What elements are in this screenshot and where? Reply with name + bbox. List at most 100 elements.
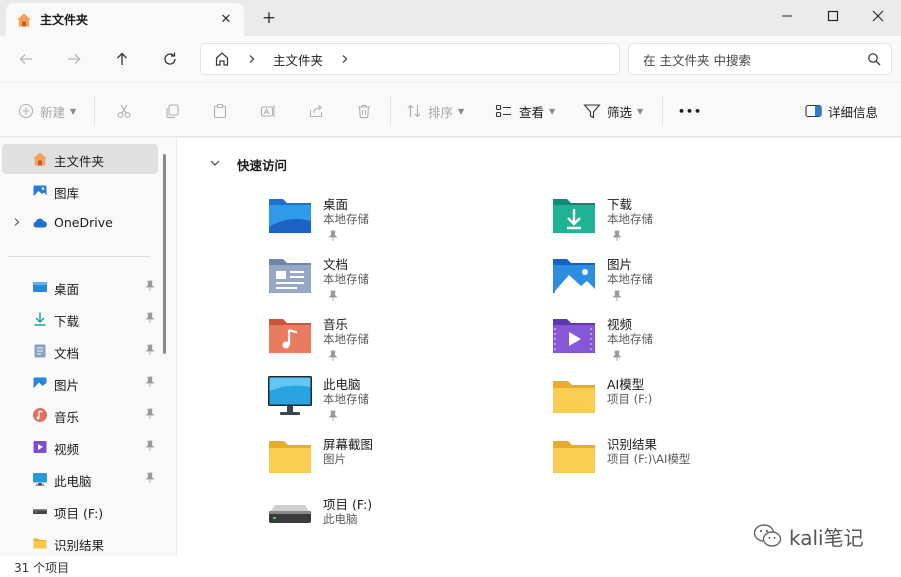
navigation-pane: 主文件夹 图库 OneDrive 桌面 下载 文档 图片 音乐 视频 此电脑 项… [0, 138, 176, 556]
desktop-folder-icon [269, 199, 311, 233]
clipboard-icon [213, 103, 227, 119]
item-location: 本地存储 [323, 332, 369, 346]
new-tab-button[interactable]: + [260, 8, 278, 28]
quick-access-item[interactable]: 项目 (F:) 此电脑 [267, 493, 537, 553]
minimize-icon [782, 15, 792, 17]
sidebar-item-label: 文档 [54, 346, 80, 361]
filter-label: 筛选 [607, 104, 633, 120]
sidebar-item-results[interactable]: 识别结果 [2, 528, 158, 556]
quick-access-item[interactable]: 视频 本地存储 [551, 313, 821, 373]
documents-icon [34, 344, 46, 358]
sidebar-item-desktop[interactable]: 桌面 [2, 272, 158, 302]
quick-access-item[interactable]: 文档 本地存储 [267, 253, 537, 313]
sidebar-item-documents[interactable]: 文档 [2, 336, 158, 366]
refresh-button[interactable] [159, 48, 181, 70]
pin-icon[interactable] [144, 408, 156, 420]
pin-icon[interactable] [327, 290, 339, 302]
pin-icon[interactable] [144, 280, 156, 292]
videos-icon [33, 441, 47, 453]
videos-folder-icon [553, 319, 595, 353]
cut-button[interactable] [116, 100, 132, 122]
item-location: 项目 (F:)\AI模型 [607, 452, 691, 466]
sidebar-item-label: 图片 [54, 378, 80, 393]
arrow-right-icon [68, 54, 81, 64]
sidebar-item-drive-f[interactable]: 项目 (F:) [2, 496, 158, 526]
delete-button[interactable] [356, 100, 372, 122]
pin-icon[interactable] [611, 290, 623, 302]
close-icon [872, 10, 884, 22]
chevron-right-icon[interactable] [247, 54, 257, 64]
pin-icon[interactable] [327, 350, 339, 362]
search-box[interactable] [628, 43, 892, 75]
download-folder-icon [553, 199, 595, 233]
pictures-folder-icon [553, 259, 595, 293]
paste-button[interactable] [212, 100, 228, 122]
forward-button[interactable] [63, 48, 85, 70]
gallery-icon [33, 185, 47, 197]
sidebar-item-label: 视频 [54, 442, 80, 457]
quick-access-item[interactable]: 此电脑 本地存储 [267, 373, 537, 433]
sidebar-item-music[interactable]: 音乐 [2, 400, 158, 430]
quick-access-item[interactable]: AI模型 项目 (F:) [551, 373, 821, 433]
sidebar-item-this-pc[interactable]: 此电脑 [2, 464, 158, 494]
sidebar-item-label: 桌面 [54, 282, 80, 297]
pin-icon[interactable] [327, 230, 339, 242]
copy-button[interactable] [164, 100, 180, 122]
new-button[interactable]: 新建 ▼ [18, 100, 76, 122]
pin-icon[interactable] [144, 344, 156, 356]
item-location: 图片 [323, 452, 346, 466]
share-icon [309, 104, 323, 118]
maximize-button[interactable] [810, 0, 856, 32]
share-button[interactable] [308, 100, 324, 122]
status-bar: 31 个项目 [0, 556, 901, 577]
view-button[interactable]: 查看 ▼ [495, 100, 555, 122]
pin-icon[interactable] [611, 350, 623, 362]
rename-button[interactable] [260, 100, 276, 122]
search-icon[interactable] [867, 52, 881, 66]
quick-access-item[interactable]: 下载 本地存储 [551, 193, 821, 253]
navigation-bar: 主文件夹 [0, 36, 901, 82]
pin-icon[interactable] [611, 230, 623, 242]
minimize-button[interactable] [764, 0, 810, 32]
wechat-icon [753, 524, 782, 547]
sidebar-item-onedrive[interactable]: OneDrive [2, 208, 158, 238]
sort-button[interactable]: 排序 ▼ [406, 100, 464, 122]
more-options-button[interactable]: ••• [678, 100, 702, 122]
quick-access-item[interactable]: 识别结果 项目 (F:)\AI模型 [551, 433, 821, 493]
chevron-right-icon[interactable] [340, 54, 350, 64]
search-input[interactable] [643, 51, 853, 69]
drive-icon [33, 509, 47, 514]
divider [390, 97, 391, 125]
sidebar-item-gallery[interactable]: 图库 [2, 176, 158, 206]
address-bar[interactable]: 主文件夹 [200, 43, 620, 75]
title-bar: 主文件夹 ✕ + [0, 0, 901, 36]
details-pane-button[interactable]: 详细信息 [805, 100, 878, 122]
item-location: 本地存储 [323, 392, 369, 406]
quick-access-item[interactable]: 音乐 本地存储 [267, 313, 537, 373]
home-icon [17, 13, 31, 26]
chevron-down-icon[interactable] [209, 157, 221, 169]
sidebar-item-home[interactable]: 主文件夹 [2, 144, 158, 174]
plus-circle-icon [18, 103, 34, 119]
sidebar-item-videos[interactable]: 视频 [2, 432, 158, 462]
filter-button[interactable]: 筛选 ▼ [583, 100, 643, 122]
chevron-right-icon[interactable] [12, 217, 22, 227]
quick-access-item[interactable]: 屏幕截图 图片 [267, 433, 537, 493]
tab-home[interactable]: 主文件夹 ✕ [6, 3, 244, 36]
quick-access-item[interactable]: 桌面 本地存储 [267, 193, 537, 253]
sidebar-scrollbar[interactable] [163, 154, 166, 354]
pin-icon[interactable] [327, 410, 339, 422]
pin-icon[interactable] [144, 472, 156, 484]
sidebar-item-downloads[interactable]: 下载 [2, 304, 158, 334]
back-button[interactable] [15, 48, 37, 70]
up-button[interactable] [111, 48, 133, 70]
sidebar-item-pictures[interactable]: 图片 [2, 368, 158, 398]
pin-icon[interactable] [144, 440, 156, 452]
close-window-button[interactable] [855, 0, 901, 32]
pin-icon[interactable] [144, 376, 156, 388]
pin-icon[interactable] [144, 312, 156, 324]
close-tab-icon[interactable]: ✕ [218, 11, 234, 27]
quick-access-item[interactable]: 图片 本地存储 [551, 253, 821, 313]
chevron-down-icon: ▼ [637, 106, 644, 116]
breadcrumb-home[interactable]: 主文件夹 [273, 50, 323, 69]
